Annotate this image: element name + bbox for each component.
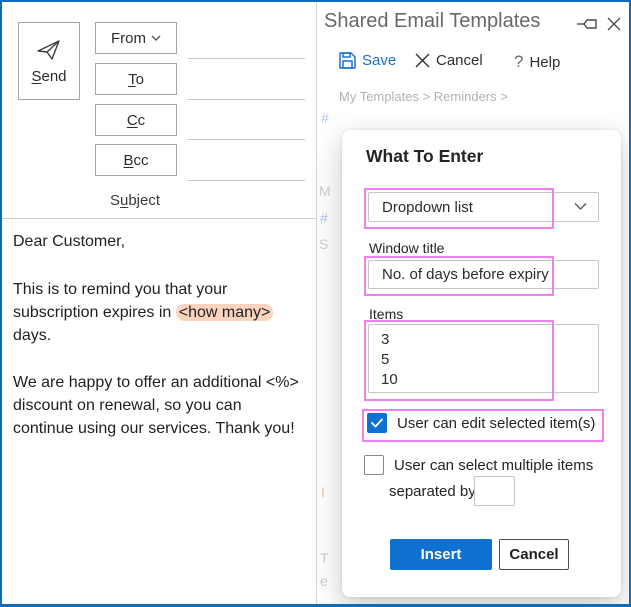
- insert-button[interactable]: Insert: [390, 539, 492, 570]
- dialog-cancel-button[interactable]: Cancel: [499, 539, 569, 570]
- help-button-label: Help: [529, 53, 561, 71]
- to-button[interactable]: To: [95, 63, 177, 95]
- edit-items-checkbox-row[interactable]: User can edit selected item(s): [367, 413, 595, 433]
- subject-label: Subject: [109, 192, 161, 209]
- field-type-selected-value: Dropdown list: [382, 198, 473, 216]
- edit-items-checkbox[interactable]: [367, 413, 387, 433]
- email-body-paragraph: We are happy to offer an additional <%> …: [13, 374, 299, 437]
- window-title-label: Window title: [369, 240, 445, 256]
- close-icon: [607, 17, 621, 31]
- window-title-input[interactable]: [368, 260, 599, 289]
- dialog-title: What To Enter: [366, 146, 484, 166]
- separator-input[interactable]: [474, 476, 515, 506]
- from-button[interactable]: From: [95, 22, 177, 54]
- save-button-label: Save: [362, 52, 397, 69]
- obscured-panel-text: e: [320, 573, 328, 589]
- multi-select-checkbox-label: User can select multiple items: [394, 456, 594, 474]
- multi-select-checkbox-row[interactable]: User can select multiple items: [364, 455, 593, 475]
- pane-divider: [316, 2, 317, 604]
- obscured-panel-text: #: [320, 210, 328, 226]
- outlook-compose-window: Send From To Cc Bcc Subject Dear Custome…: [0, 0, 631, 607]
- email-body-greeting: Dear Customer,: [13, 233, 126, 250]
- breadcrumb[interactable]: My Templates > Reminders >: [339, 89, 508, 104]
- items-textarea[interactable]: [368, 324, 599, 393]
- send-button[interactable]: Send: [18, 22, 80, 100]
- save-button[interactable]: Save: [339, 52, 396, 69]
- bcc-input-line[interactable]: [188, 180, 305, 181]
- close-pane-button[interactable]: [604, 15, 624, 33]
- cancel-edit-button[interactable]: Cancel: [415, 52, 483, 69]
- obscured-panel-text: I: [321, 484, 325, 500]
- multi-select-checkbox[interactable]: [364, 455, 384, 475]
- cc-input-line[interactable]: [188, 139, 305, 140]
- send-button-label: Send: [31, 67, 67, 85]
- compose-header-separator: [2, 218, 316, 219]
- obscured-panel-text: T: [320, 550, 329, 566]
- to-button-label: To: [128, 70, 144, 88]
- chevron-down-icon: [574, 203, 587, 210]
- field-type-select[interactable]: Dropdown list: [368, 192, 599, 222]
- to-input-line[interactable]: [188, 99, 305, 100]
- help-button[interactable]: ? Help: [514, 52, 560, 72]
- obscured-panel-text: M: [319, 183, 331, 199]
- send-paper-plane-icon: [37, 39, 60, 60]
- bcc-button-label: Bcc: [123, 151, 149, 169]
- obscured-panel-text: #: [321, 110, 329, 126]
- separated-by-label: separated by: [389, 483, 476, 500]
- cc-button[interactable]: Cc: [95, 104, 177, 136]
- cc-button-label: Cc: [126, 111, 146, 129]
- cancel-button-label: Cancel: [436, 52, 483, 69]
- save-floppy-icon: [339, 52, 356, 69]
- items-label: Items: [369, 306, 404, 322]
- pin-icon: [577, 19, 597, 29]
- obscured-panel-text: S: [319, 236, 329, 252]
- from-button-label: From: [111, 29, 146, 47]
- from-input-line[interactable]: [188, 58, 305, 59]
- edit-items-checkbox-label: User can edit selected item(s): [397, 414, 596, 432]
- macro-highlight: <how many>: [175, 304, 274, 321]
- help-question-icon: ?: [514, 52, 524, 71]
- what-to-enter-dialog: What To Enter Dropdown list Window title…: [342, 130, 621, 597]
- addin-pane-title: Shared Email Templates: [324, 10, 541, 32]
- email-body-paragraph: This is to remind you that your subscrip…: [13, 278, 309, 347]
- checkmark-icon: [371, 418, 383, 428]
- bcc-button[interactable]: Bcc: [95, 144, 177, 176]
- chevron-down-icon: [151, 35, 161, 41]
- cancel-x-icon: [415, 53, 430, 68]
- pin-pane-button[interactable]: [576, 15, 600, 33]
